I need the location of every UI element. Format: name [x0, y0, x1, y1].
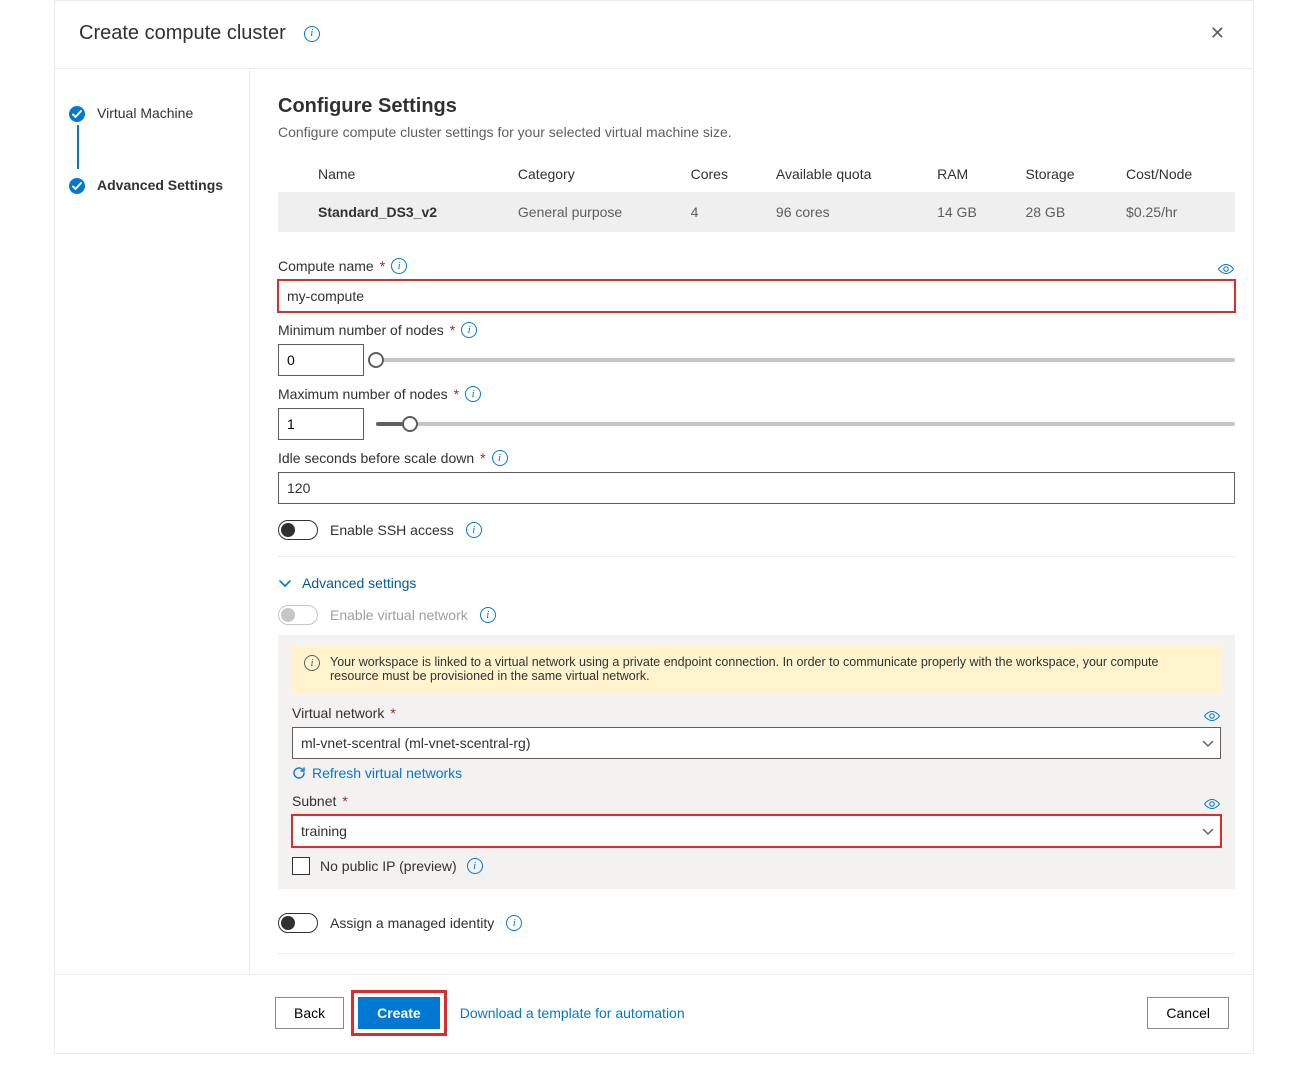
create-button[interactable]: Create [358, 997, 440, 1029]
required-marker: * [390, 705, 395, 721]
required-marker: * [450, 322, 455, 338]
col-cost: Cost/Node [1112, 156, 1235, 192]
enable-ssh-toggle[interactable] [278, 520, 318, 540]
required-marker: * [454, 386, 459, 402]
check-icon [69, 178, 85, 194]
max-nodes-input[interactable] [278, 408, 364, 440]
topbar: Create compute cluster i ✕ [55, 1, 1253, 69]
vm-size-table: Name Category Cores Available quota RAM … [278, 156, 1235, 232]
required-marker: * [342, 793, 347, 809]
col-storage: Storage [1011, 156, 1112, 192]
advanced-settings-expander[interactable]: Advanced settings [278, 567, 1235, 599]
content: Configure Settings Configure compute clu… [250, 69, 1253, 974]
idle-seconds-input[interactable] [278, 472, 1235, 504]
step-virtual-machine[interactable]: Virtual Machine [67, 99, 237, 127]
create-highlight: Create [354, 993, 444, 1033]
chevron-down-icon [278, 576, 292, 590]
footer: Back Create Download a template for auto… [55, 974, 1253, 1053]
enable-ssh-label: Enable SSH access [330, 522, 454, 538]
info-icon[interactable]: i [461, 322, 477, 338]
back-button[interactable]: Back [275, 997, 344, 1029]
compute-name-label: Compute name [278, 258, 374, 274]
col-category: Category [504, 156, 677, 192]
check-icon [69, 106, 85, 122]
no-public-ip-checkbox[interactable] [292, 857, 310, 875]
step-advanced-settings[interactable]: Advanced Settings [67, 171, 237, 199]
col-quota: Available quota [762, 156, 923, 192]
download-template-link[interactable]: Download a template for automation [460, 1005, 685, 1021]
preview-icon[interactable] [1217, 263, 1235, 275]
vnet-label: Virtual network [292, 705, 384, 721]
required-marker: * [480, 450, 485, 466]
min-nodes-slider[interactable] [376, 358, 1235, 362]
section-title: Configure Settings [278, 95, 1235, 118]
subnet-select[interactable] [292, 815, 1221, 847]
info-icon[interactable]: i [480, 607, 496, 623]
max-nodes-slider[interactable] [376, 422, 1235, 426]
info-icon[interactable]: i [467, 858, 483, 874]
info-icon[interactable]: i [506, 915, 522, 931]
create-compute-panel: Create compute cluster i ✕ Virtual Machi… [54, 0, 1254, 1054]
idle-seconds-label: Idle seconds before scale down [278, 450, 474, 466]
info-icon[interactable]: i [304, 26, 320, 42]
max-nodes-label: Maximum number of nodes [278, 386, 448, 402]
refresh-icon [292, 766, 306, 780]
refresh-vnets-link[interactable]: Refresh virtual networks [292, 765, 462, 781]
col-name: Name [278, 156, 504, 192]
cancel-button[interactable]: Cancel [1147, 997, 1229, 1029]
enable-vnet-label: Enable virtual network [330, 607, 468, 623]
enable-vnet-toggle [278, 605, 318, 625]
col-ram: RAM [923, 156, 1011, 192]
info-icon: i [304, 655, 320, 671]
info-icon[interactable]: i [465, 386, 481, 402]
compute-name-input[interactable] [278, 280, 1235, 312]
table-row[interactable]: Standard_DS3_v2 General purpose 4 96 cor… [278, 192, 1235, 232]
body: Virtual Machine Advanced Settings Config… [55, 69, 1253, 974]
vnet-select[interactable] [292, 727, 1221, 759]
info-icon[interactable]: i [391, 258, 407, 274]
min-nodes-input[interactable] [278, 344, 364, 376]
steps-sidebar: Virtual Machine Advanced Settings [55, 69, 250, 974]
info-strip: i Your workspace is linked to a virtual … [292, 645, 1221, 693]
required-marker: * [380, 258, 385, 274]
page-title: Create compute cluster [79, 22, 286, 45]
subnet-label: Subnet [292, 793, 336, 809]
no-public-ip-label: No public IP (preview) [320, 858, 457, 874]
info-icon[interactable]: i [466, 522, 482, 538]
col-cores: Cores [677, 156, 762, 192]
min-nodes-label: Minimum number of nodes [278, 322, 444, 338]
preview-icon[interactable] [1203, 710, 1221, 722]
assign-identity-label: Assign a managed identity [330, 915, 494, 931]
preview-icon[interactable] [1203, 798, 1221, 810]
assign-identity-toggle[interactable] [278, 913, 318, 933]
section-subtitle: Configure compute cluster settings for y… [278, 124, 1235, 140]
close-icon[interactable]: ✕ [1206, 19, 1229, 48]
advanced-settings-block: i Your workspace is linked to a virtual … [278, 635, 1235, 889]
info-icon[interactable]: i [492, 450, 508, 466]
